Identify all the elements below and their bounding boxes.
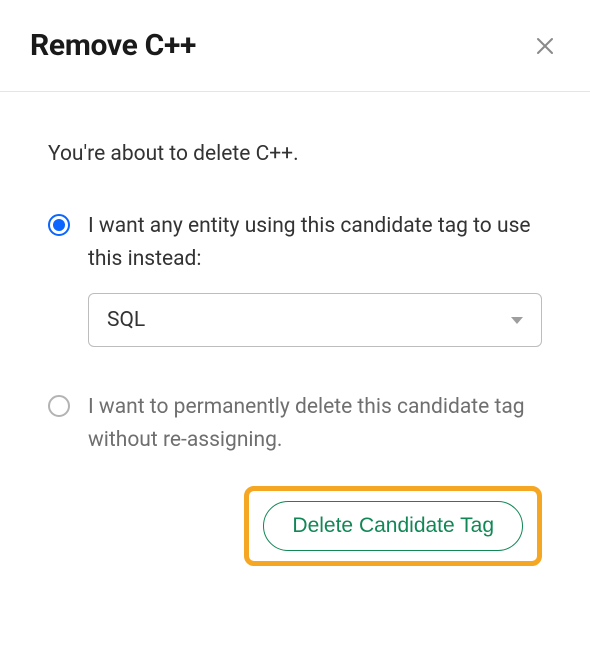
radio-reassign[interactable] [48,214,70,236]
remove-tag-dialog: Remove C++ You're about to delete C++. I… [0,0,590,596]
select-value: SQL [107,308,145,332]
option-reassign-label: I want any entity using this candidate t… [88,210,542,275]
option-permanent-delete-label: I want to permanently delete this candid… [88,391,542,456]
close-icon [534,35,556,57]
dialog-title: Remove C++ [30,28,196,63]
option-permanent-delete[interactable]: I want to permanently delete this candid… [48,391,542,456]
close-button[interactable] [530,31,560,61]
highlight-annotation: Delete Candidate Tag [244,486,542,566]
option-reassign[interactable]: I want any entity using this candidate t… [48,210,542,275]
delete-candidate-tag-button[interactable]: Delete Candidate Tag [263,501,523,551]
dialog-actions: Delete Candidate Tag [48,486,542,566]
replacement-select-wrap: SQL [88,293,542,347]
chevron-down-icon [511,317,523,324]
replacement-select[interactable]: SQL [88,293,542,347]
dialog-body: You're about to delete C++. I want any e… [0,92,590,596]
radio-permanent-delete[interactable] [48,395,70,417]
intro-text: You're about to delete C++. [48,142,542,166]
dialog-header: Remove C++ [0,0,590,92]
